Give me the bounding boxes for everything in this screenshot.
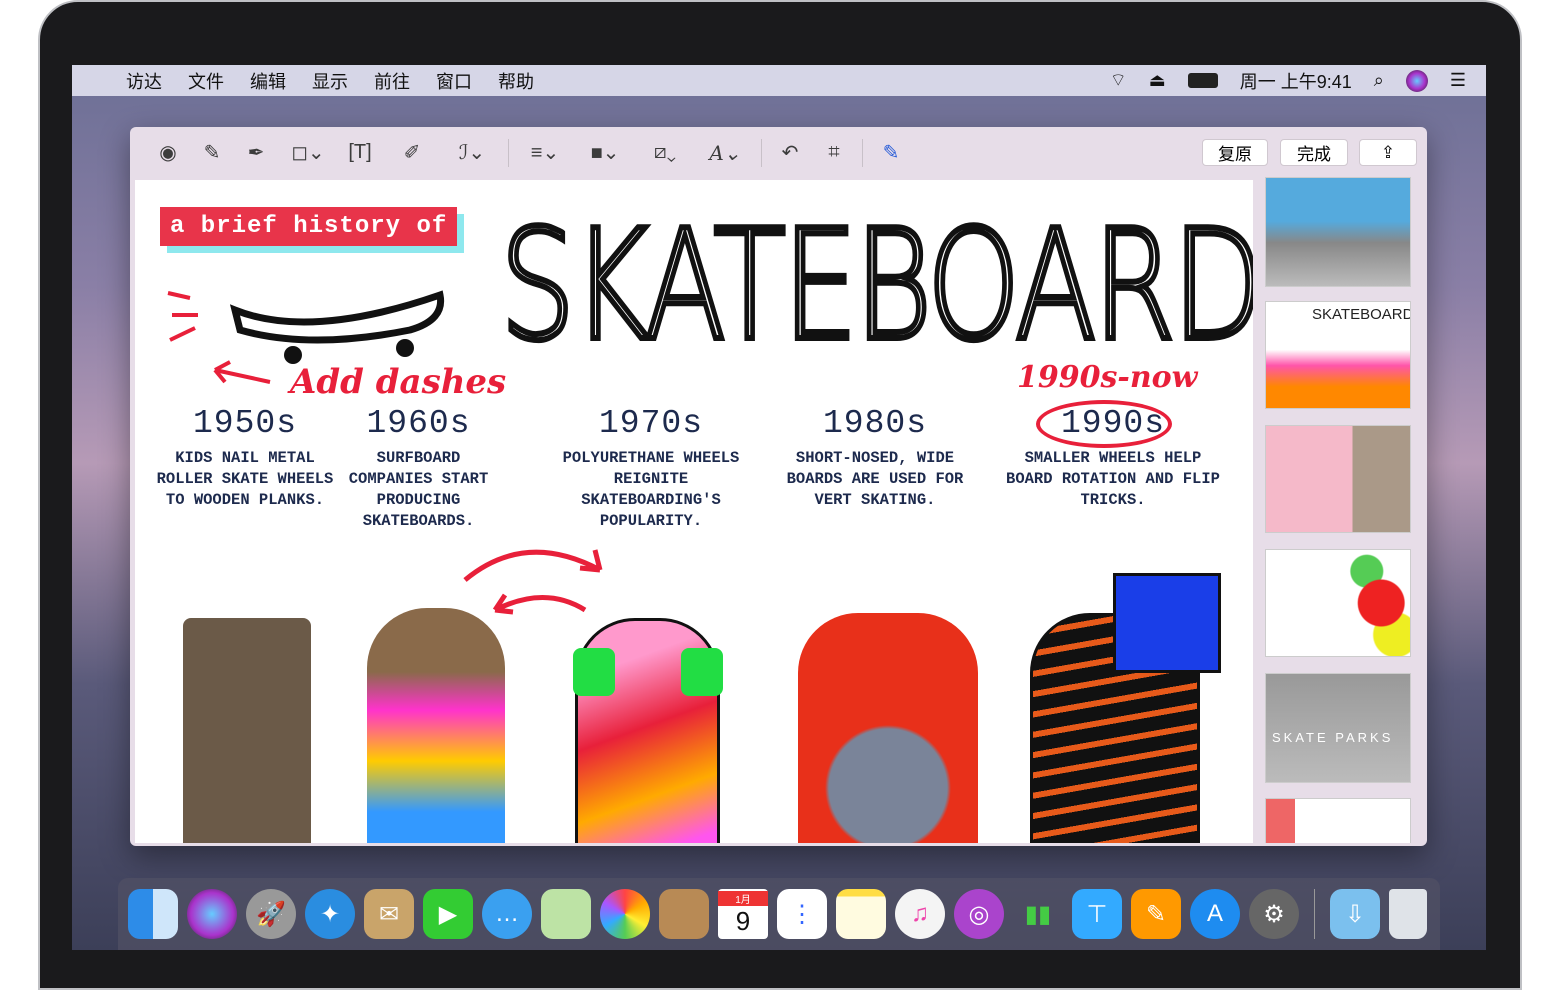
finder-icon[interactable]: [128, 889, 178, 939]
revert-button[interactable]: 复原: [1202, 139, 1268, 166]
trash-icon[interactable]: [1389, 889, 1427, 939]
notification-center-icon[interactable]: ☰: [1450, 70, 1466, 91]
maps-icon[interactable]: [541, 889, 591, 939]
decade-text: SMALLER WHEELS HELP BOARD ROTATION AND F…: [1006, 449, 1220, 509]
column-1960s: 1960s SURFBOARD COMPANIES START PRODUCING…: [331, 405, 506, 532]
page-thumbnails-sidebar: SKATEBOARDS SKATE PARKS: [1262, 177, 1412, 843]
line-style-dropdown-icon[interactable]: ≡⌄: [515, 138, 575, 168]
thumbnail-page-4[interactable]: [1265, 549, 1411, 657]
thumbnail-title: SKATEBOARDS: [1312, 306, 1410, 323]
calendar-month: 1月: [718, 891, 768, 906]
share-icon: ⇪: [1380, 142, 1396, 162]
calendar-icon[interactable]: 1月 9: [718, 889, 768, 939]
menu-file[interactable]: 文件: [188, 68, 224, 94]
decade-heading: 1960s: [366, 405, 471, 442]
mail-icon[interactable]: ✉: [364, 889, 414, 939]
menu-bar: 访达 文件 编辑 显示 前往 窗口 帮助 ⌔ ⏏ 周一 上午9:41 ⌕ ☰: [72, 65, 1486, 96]
system-preferences-icon[interactable]: ⚙: [1249, 889, 1299, 939]
preview-window: ◉ ✎ ✒ ◻⌄ [T] ✐ ℐ⌄ ≡⌄ ■⌄ ⧄⌄ A⌄ ↶ ⌗ ✎ 复原 完…: [130, 127, 1427, 846]
fill-color-dropdown-icon[interactable]: ⧄⌄: [635, 138, 695, 168]
sketch-tool-icon[interactable]: ✎: [190, 138, 234, 168]
column-1950s: 1950s KIDS NAIL METAL ROLLER SKATE WHEELS…: [145, 405, 345, 511]
decade-text: SURFBOARD COMPANIES START PRODUCING SKAT…: [348, 449, 489, 530]
column-1990s: 1990s SMALLER WHEELS HELP BOARD ROTATION …: [1003, 405, 1223, 511]
podcasts-icon[interactable]: ◎: [954, 889, 1004, 939]
page-title: SKATEBOARDS: [498, 197, 1253, 374]
launchpad-icon[interactable]: 🚀: [246, 889, 296, 939]
skateboard-1980s: [798, 613, 978, 843]
text-style-dropdown-icon[interactable]: A⌄: [695, 138, 755, 168]
blue-block: [1113, 573, 1221, 673]
spotlight-search-icon[interactable]: ⌕: [1374, 70, 1384, 91]
divider: [862, 138, 863, 167]
decade-heading: 1970s: [598, 405, 704, 442]
notes-icon[interactable]: [836, 889, 886, 939]
column-1970s: 1970s POLYURETHANE WHEELS REIGNITE SKATEB…: [541, 405, 761, 532]
menu-finder[interactable]: 访达: [126, 68, 162, 94]
dock: 🚀 ✦ ✉ ▶ … 1月 9 ⋮ ♫ ◎ ▮▮ ⊤ ✎ A ⚙ ⇩: [118, 878, 1440, 950]
rotate-left-icon[interactable]: ↶: [768, 138, 812, 168]
decade-text: POLYURETHANE WHEELS REIGNITE SKATEBOARDI…: [562, 449, 740, 530]
dock-divider: [1314, 889, 1315, 939]
swap-arrows: [463, 549, 603, 615]
screen: 访达 文件 编辑 显示 前往 窗口 帮助 ⌔ ⏏ 周一 上午9:41 ⌕ ☰ ◉…: [72, 65, 1486, 950]
contacts-icon[interactable]: [659, 889, 709, 939]
messages-icon[interactable]: …: [482, 889, 532, 939]
app-store-icon[interactable]: A: [1190, 889, 1240, 939]
decade-heading: 1980s: [822, 405, 928, 442]
reminders-icon[interactable]: ⋮: [777, 889, 827, 939]
downloads-folder-icon[interactable]: ⇩: [1330, 889, 1380, 939]
highlight-icon[interactable]: ✐: [382, 138, 442, 168]
siri-icon[interactable]: [1405, 69, 1428, 92]
thumbnail-page-3[interactable]: [1265, 425, 1411, 533]
menu-window[interactable]: 窗口: [436, 68, 472, 94]
document-page: a brief history of SKATEBOARDS Add dashe…: [135, 180, 1253, 843]
keynote-icon[interactable]: ⊤: [1072, 889, 1122, 939]
safari-icon[interactable]: ✦: [305, 889, 355, 939]
green-wheels: [573, 648, 723, 696]
title-tag: a brief history of: [160, 207, 458, 246]
siri-app-icon[interactable]: [187, 889, 237, 939]
share-button[interactable]: ⇪: [1359, 139, 1417, 166]
clock[interactable]: 周一 上午9:41: [1240, 68, 1352, 94]
menu-go[interactable]: 前往: [374, 68, 410, 94]
divider: [508, 138, 509, 167]
annotation-add-dashes: Add dashes: [290, 362, 507, 402]
draw-tool-icon[interactable]: ✒: [234, 138, 278, 168]
thumbnail-page-2[interactable]: SKATEBOARDS: [1265, 301, 1411, 409]
shapes-dropdown-icon[interactable]: ◻⌄: [278, 138, 338, 168]
markup-edit-icon[interactable]: ✎: [869, 138, 913, 168]
airplay-icon[interactable]: ⏏: [1149, 70, 1166, 91]
thumbnail-page-6[interactable]: [1265, 798, 1411, 843]
music-icon[interactable]: ♫: [895, 889, 945, 939]
decade-text: SHORT-NOSED, WIDE BOARDS ARE USED FOR VE…: [786, 449, 964, 509]
battery-icon[interactable]: [1187, 73, 1218, 88]
text-box-icon[interactable]: [T]: [338, 138, 382, 168]
facetime-icon[interactable]: ▶: [423, 889, 473, 939]
menu-edit[interactable]: 编辑: [250, 68, 286, 94]
skateboard-1950s: [183, 618, 311, 843]
annotation-1990s-now: 1990s-now: [1017, 360, 1198, 395]
decade-heading: 1950s: [192, 405, 298, 442]
numbers-icon[interactable]: ▮▮: [1013, 889, 1063, 939]
menu-view[interactable]: 显示: [312, 68, 348, 94]
calendar-day: 9: [735, 906, 751, 936]
thumbnail-page-5[interactable]: SKATE PARKS: [1265, 673, 1411, 783]
pages-icon[interactable]: ✎: [1131, 889, 1181, 939]
crop-icon[interactable]: ⌗: [812, 138, 856, 168]
sketch-dot-icon[interactable]: ◉: [146, 138, 190, 168]
thumbnail-page-1[interactable]: [1265, 177, 1411, 287]
border-color-dropdown-icon[interactable]: ■⌄: [575, 138, 635, 168]
thumbnail-title: SKATE PARKS: [1272, 730, 1394, 745]
menu-help[interactable]: 帮助: [498, 68, 534, 94]
signature-dropdown-icon[interactable]: ℐ⌄: [442, 138, 502, 168]
divider: [761, 138, 762, 167]
column-1980s: 1980s SHORT-NOSED, WIDE BOARDS ARE USED F…: [775, 405, 975, 511]
decade-heading: 1990s: [1060, 405, 1166, 442]
skateboard-1960s: [367, 608, 505, 843]
wifi-icon[interactable]: ⌔: [1110, 69, 1127, 92]
done-button[interactable]: 完成: [1280, 139, 1348, 166]
photos-icon[interactable]: [600, 889, 650, 939]
decade-text: KIDS NAIL METAL ROLLER SKATE WHEELS TO W…: [156, 449, 334, 509]
